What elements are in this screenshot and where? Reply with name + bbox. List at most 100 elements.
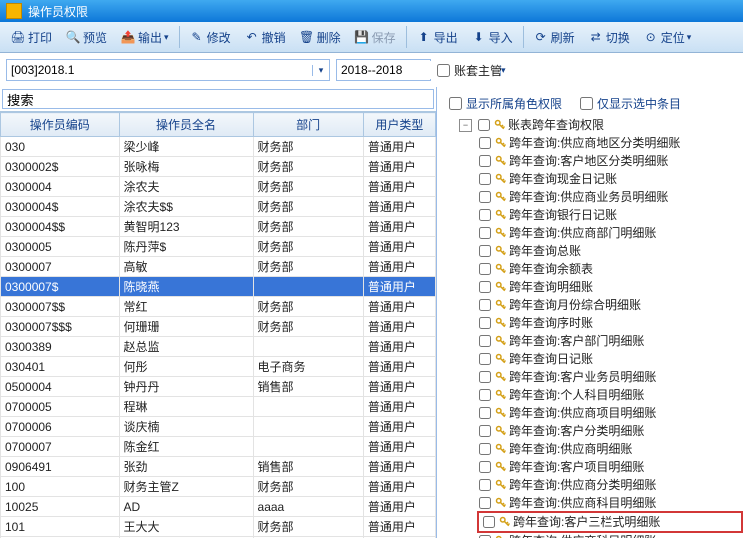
selected-only-check[interactable]: 仅显示选中条目 [580,95,681,112]
save-button[interactable]: 💾保存 [348,24,403,50]
show-role-perm-check[interactable]: 显示所属角色权限 [449,95,562,112]
perm-checkbox[interactable] [479,137,491,149]
perm-checkbox[interactable] [479,281,491,293]
perm-checkbox[interactable] [479,389,491,401]
print-button[interactable]: 🖨打印 [4,24,59,50]
column-header[interactable]: 用户类型 [363,113,435,137]
delete-button[interactable]: 🗑删除 [293,24,348,50]
tree-node[interactable]: 跨年查询余额表 [477,260,743,278]
tree-node[interactable]: 跨年查询银行日记账 [477,206,743,224]
perm-checkbox[interactable] [479,155,491,167]
perm-checkbox[interactable] [483,516,495,528]
preview-button[interactable]: 🔍预览 [59,24,114,50]
tree-node[interactable]: 跨年查询:客户地区分类明细账 [477,152,743,170]
switch-button[interactable]: ⇄切换 [582,24,637,50]
tree-node[interactable]: 跨年查询:个人科目明细账 [477,386,743,404]
perm-checkbox[interactable] [479,497,491,509]
column-header[interactable]: 操作员全名 [119,113,253,137]
modify-button[interactable]: ✎修改 [183,24,238,50]
perm-checkbox[interactable] [479,443,491,455]
output-button[interactable]: 📤输出▾ [114,24,176,50]
tree-node[interactable]: 跨年查询总账 [477,242,743,260]
perm-checkbox[interactable] [479,299,491,311]
table-row[interactable]: 0300004涂农夫财务部普通用户 [1,177,436,197]
table-row[interactable]: 0300007$陈晓燕普通用户 [1,277,436,297]
chevron-down-icon[interactable]: ▾ [312,65,329,76]
tree-node[interactable]: 跨年查询:客户部门明细账 [477,332,743,350]
table-row[interactable]: 0700005程琳普通用户 [1,397,436,417]
table-row[interactable]: 030梁少峰财务部普通用户 [1,137,436,157]
tree-node[interactable]: 跨年查询:客户项目明细账 [477,458,743,476]
table-row[interactable]: 0300007$$$何珊珊财务部普通用户 [1,317,436,337]
table-row[interactable]: 0700006谈庆楠普通用户 [1,417,436,437]
collapse-icon[interactable]: − [459,119,472,132]
book-combo[interactable]: ▾ [6,59,330,81]
undo-button[interactable]: ↶撤销 [238,24,293,50]
table-row[interactable]: 0700007陈金红普通用户 [1,437,436,457]
table-row[interactable]: 0300004$$黄智明123财务部普通用户 [1,217,436,237]
tree-node[interactable]: 跨年查询现金日记账 [477,170,743,188]
permission-tree[interactable]: −账表跨年查询权限跨年查询:供应商地区分类明细账跨年查询:客户地区分类明细账跨年… [441,116,743,538]
locate-button[interactable]: ⊙定位▾ [637,24,699,50]
refresh-button[interactable]: ⟳刷新 [527,24,582,50]
perm-checkbox[interactable] [479,371,491,383]
table-row[interactable]: 0300002$张咏梅财务部普通用户 [1,157,436,177]
tree-node[interactable]: 跨年查询日记账 [477,350,743,368]
book-combo-input[interactable] [7,61,312,79]
key-icon [499,516,511,528]
key-icon [495,191,507,203]
key-icon [495,245,507,257]
perm-checkbox[interactable] [479,479,491,491]
tree-node[interactable]: 跨年查询:客户业务员明细账 [477,368,743,386]
table-row[interactable]: 030401何彤电子商务普通用户 [1,357,436,377]
table-row[interactable]: 0906491张劲销售部普通用户 [1,457,436,477]
tree-node[interactable]: 跨年查询:供应商部门明细账 [477,224,743,242]
tree-node[interactable]: 跨年查询:客户分类明细账 [477,422,743,440]
book-supervisor-checkbox[interactable] [437,64,450,77]
perm-checkbox[interactable] [478,119,490,131]
search-input[interactable] [2,89,434,109]
column-header[interactable]: 操作员编码 [1,113,120,137]
tree-node[interactable]: 跨年查询月份综合明细账 [477,296,743,314]
tree-node[interactable]: 跨年查询:供应商业务员明细账 [477,188,743,206]
perm-checkbox[interactable] [479,335,491,347]
tree-node[interactable]: 跨年查询:客户三栏式明细账 [477,511,743,533]
column-header[interactable]: 部门 [253,113,363,137]
book-supervisor-check[interactable]: 账套主管 [437,62,502,79]
perm-checkbox[interactable] [479,263,491,275]
perm-checkbox[interactable] [479,173,491,185]
table-row[interactable]: 0300005陈丹萍$财务部普通用户 [1,237,436,257]
table-row[interactable]: 0300004$涂农夫$$财务部普通用户 [1,197,436,217]
refresh-icon: ⟳ [534,30,548,44]
tree-root-node[interactable]: −账表跨年查询权限 [459,116,743,134]
period-combo[interactable]: ▾ [336,59,431,81]
table-row[interactable]: 101王大大财务部普通用户 [1,517,436,537]
tree-label: 跨年查询序时账 [509,314,593,332]
perm-checkbox[interactable] [479,227,491,239]
table-row[interactable]: 10025ADaaaa普通用户 [1,497,436,517]
import-button[interactable]: ⬇导入 [465,24,520,50]
table-row[interactable]: 0500004钟丹丹销售部普通用户 [1,377,436,397]
table-row[interactable]: 0300007高敏财务部普通用户 [1,257,436,277]
perm-checkbox[interactable] [479,191,491,203]
perm-checkbox[interactable] [479,245,491,257]
tree-node[interactable]: 跨年查询:供应商地区分类明细账 [477,134,743,152]
tree-node[interactable]: 跨年查询:供应商科目明细账 [477,532,743,538]
tree-node[interactable]: 跨年查询:供应商明细账 [477,440,743,458]
table-row[interactable]: 0300007$$常红财务部普通用户 [1,297,436,317]
tree-node[interactable]: 跨年查询:供应商项目明细账 [477,404,743,422]
tree-node[interactable]: 跨年查询序时账 [477,314,743,332]
export-button[interactable]: ⬆导出 [410,24,465,50]
perm-checkbox[interactable] [479,317,491,329]
perm-checkbox[interactable] [479,353,491,365]
tree-node[interactable]: 跨年查询:供应商科目明细账 [477,494,743,512]
tree-node[interactable]: 跨年查询:供应商分类明细账 [477,476,743,494]
operator-grid[interactable]: 操作员编码操作员全名部门用户类型030梁少峰财务部普通用户0300002$张咏梅… [0,111,436,538]
table-row[interactable]: 0300389赵总监普通用户 [1,337,436,357]
tree-node[interactable]: 跨年查询明细账 [477,278,743,296]
perm-checkbox[interactable] [479,425,491,437]
perm-checkbox[interactable] [479,461,491,473]
table-row[interactable]: 100财务主管Z财务部普通用户 [1,477,436,497]
perm-checkbox[interactable] [479,209,491,221]
perm-checkbox[interactable] [479,407,491,419]
